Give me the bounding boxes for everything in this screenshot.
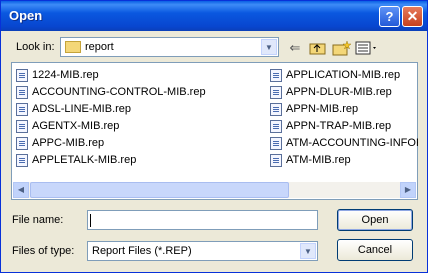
document-icon [16, 85, 28, 99]
new-folder-icon[interactable] [331, 38, 353, 58]
file-name-label: File name: [12, 214, 64, 226]
document-icon [16, 136, 28, 150]
document-icon [16, 119, 28, 133]
horizontal-scrollbar[interactable]: ◀ ▶ [13, 182, 416, 198]
document-icon [16, 68, 28, 82]
file-type-dropdown[interactable]: Report Files (*.REP) ▼ [87, 241, 318, 261]
list-item[interactable]: APPN-TRAP-MIB.rep [270, 119, 418, 134]
document-icon [270, 153, 282, 167]
dialog-title: Open [9, 8, 43, 23]
look-in-dropdown[interactable]: report ▼ [60, 37, 279, 57]
list-item[interactable]: APPN-MIB.rep [270, 102, 418, 117]
document-icon [270, 136, 282, 150]
list-item[interactable]: APPC-MIB.rep [16, 136, 104, 151]
scroll-left-icon[interactable]: ◀ [13, 182, 29, 198]
file-type-label: Files of type: [12, 245, 75, 257]
file-name-input[interactable] [87, 210, 318, 230]
list-item[interactable]: AGENTX-MIB.rep [16, 119, 119, 134]
open-button[interactable]: Open [337, 209, 413, 231]
document-icon [270, 68, 282, 82]
list-item[interactable]: APPLICATION-MIB.rep [270, 68, 418, 83]
scroll-right-icon[interactable]: ▶ [400, 182, 416, 198]
look-in-label: Look in: [16, 41, 55, 53]
document-icon [16, 153, 28, 167]
list-item[interactable]: ATM-ACCOUNTING-INFORMATION-MIB.rep [270, 136, 418, 151]
title-bar: Open ? ✕ [1, 1, 427, 31]
list-item[interactable]: APPLETALK-MIB.rep [16, 153, 136, 168]
chevron-down-icon[interactable]: ▼ [261, 39, 277, 55]
document-icon [16, 102, 28, 116]
open-dialog: Open ? ✕ Look in: report ▼ ⇐ 1224-MIB.re… [0, 0, 428, 273]
back-arrow-icon[interactable]: ⇐ [284, 38, 306, 58]
list-item[interactable]: ACCOUNTING-CONTROL-MIB.rep [16, 85, 206, 100]
file-list[interactable]: 1224-MIB.rep ACCOUNTING-CONTROL-MIB.rep … [11, 62, 418, 200]
list-item[interactable]: ATM-MIB.rep [270, 153, 418, 168]
list-item[interactable]: APPN-DLUR-MIB.rep [270, 85, 418, 100]
list-item[interactable]: ADSL-LINE-MIB.rep [16, 102, 131, 117]
text-cursor [90, 214, 91, 227]
cancel-button[interactable]: Cancel [337, 239, 413, 261]
scroll-thumb[interactable] [30, 182, 289, 198]
file-type-value: Report Files (*.REP) [92, 245, 192, 257]
list-item[interactable]: 1224-MIB.rep [16, 68, 99, 83]
folder-icon [65, 41, 81, 53]
up-folder-icon[interactable] [307, 38, 329, 58]
view-menu-icon[interactable] [354, 38, 380, 58]
help-button[interactable]: ? [379, 6, 400, 27]
document-icon [270, 102, 282, 116]
document-icon [270, 119, 282, 133]
look-in-value: report [85, 41, 114, 53]
close-button[interactable]: ✕ [402, 6, 423, 27]
chevron-down-icon[interactable]: ▼ [300, 243, 316, 259]
document-icon [270, 85, 282, 99]
